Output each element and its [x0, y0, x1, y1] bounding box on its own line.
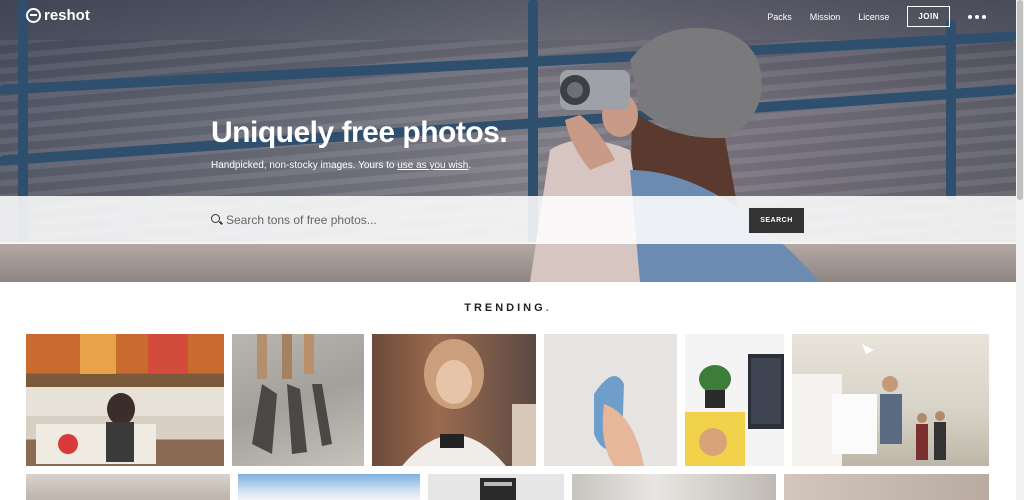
photo-content	[792, 344, 946, 466]
brand-name: reshot	[44, 7, 90, 24]
hero-banner: reshot Packs Mission License JOIN Unique…	[0, 0, 1016, 282]
photo-hand-holding-bird-figure[interactable]	[544, 334, 677, 466]
subtitle-end: .	[468, 160, 472, 171]
scrollbar-thumb[interactable]	[1017, 0, 1023, 200]
nav-packs[interactable]: Packs	[767, 12, 792, 22]
photo-row2-2[interactable]	[238, 474, 420, 500]
search-button[interactable]: SEARCH	[749, 208, 804, 233]
photo-row2-1[interactable]	[26, 474, 230, 500]
subtitle-text: Handpicked, non-stocky images. Yours to	[211, 160, 398, 171]
main-nav: Packs Mission License JOIN	[767, 6, 986, 27]
top-navigation: reshot Packs Mission License JOIN	[0, 0, 1016, 32]
photo-row2-4[interactable]	[572, 474, 776, 500]
search-icon	[211, 214, 220, 223]
trending-title: TRENDING	[464, 302, 546, 314]
join-button[interactable]: JOIN	[907, 6, 950, 27]
photo-content	[480, 478, 516, 500]
photo-content	[36, 334, 188, 464]
hero-subtitle: Handpicked, non-stocky images. Yours to …	[211, 160, 471, 171]
hero-deck	[0, 242, 1016, 282]
photo-content	[685, 354, 784, 466]
trending-accent-dot: .	[545, 302, 552, 314]
scrollbar-track[interactable]	[1016, 0, 1024, 500]
photo-content	[594, 376, 644, 466]
search-bar: SEARCH	[0, 196, 1016, 244]
logo[interactable]: reshot	[26, 7, 90, 24]
use-as-you-wish-link[interactable]: use as you wish	[397, 160, 468, 171]
railing	[946, 20, 956, 200]
photo-row2-5[interactable]	[784, 474, 989, 500]
photo-office-people[interactable]	[792, 334, 989, 466]
nav-license[interactable]: License	[858, 12, 889, 22]
search-input[interactable]	[226, 210, 726, 230]
more-menu-icon[interactable]	[968, 14, 986, 19]
nav-mission[interactable]: Mission	[810, 12, 841, 22]
hero-headline: Uniquely free photos.	[211, 116, 508, 149]
photo-row2-3[interactable]	[428, 474, 564, 500]
photo-shadows-on-ground[interactable]	[232, 334, 364, 466]
photo-interior-woman-on-couch[interactable]	[26, 334, 224, 466]
photo-content	[252, 334, 332, 454]
reshot-logo-icon	[26, 8, 41, 23]
photo-woman-using-phone[interactable]	[372, 334, 536, 466]
photo-content	[402, 339, 536, 466]
trending-heading: TRENDING.	[0, 302, 1016, 314]
photo-desk-with-magazine-and-laptop[interactable]	[685, 334, 784, 466]
